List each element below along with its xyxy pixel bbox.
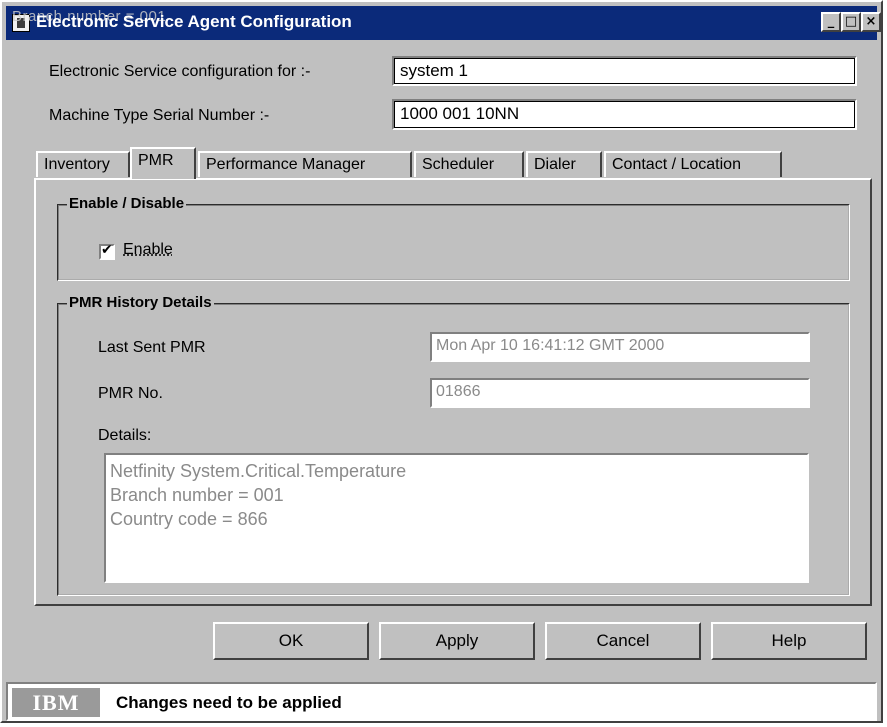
ibm-logo: IBM xyxy=(12,688,100,717)
tab-scheduler[interactable]: Scheduler xyxy=(414,151,524,177)
pmr-number-label: PMR No. xyxy=(98,385,163,402)
details-line: Country code = 866 xyxy=(110,509,268,529)
last-sent-pmr-field[interactable]: Mon Apr 10 16:41:12 GMT 2000 xyxy=(430,332,810,362)
history-group-title: PMR History Details xyxy=(67,294,214,311)
enable-disable-group: Enable / Disable Enable xyxy=(57,195,850,281)
status-message: Changes need to be applied xyxy=(116,693,342,712)
enable-checkbox[interactable] xyxy=(99,242,115,260)
details-textarea[interactable]: Netfinity System.Critical.Temperature Br… xyxy=(104,453,809,583)
close-button[interactable]: × xyxy=(861,12,881,32)
status-bar: IBM Changes need to be applied xyxy=(6,682,877,721)
title-bar[interactable]: Branch number = 001 Electronic Service A… xyxy=(6,6,881,40)
maximize-button[interactable]: □ xyxy=(841,12,861,32)
enable-group-title: Enable / Disable xyxy=(67,195,187,212)
minimize-button[interactable]: _ xyxy=(821,12,841,32)
apply-button[interactable]: Apply xyxy=(379,622,535,660)
details-line: Netfinity System.Critical.Temperature xyxy=(110,461,407,481)
tab-pmr[interactable]: PMR xyxy=(130,147,196,179)
pmr-number-field[interactable]: 01866 xyxy=(430,378,810,408)
enable-checkbox-label[interactable]: Enable xyxy=(123,241,173,259)
serial-field[interactable]: 1000 001 10NN xyxy=(392,99,857,130)
config-label: Electronic Service configuration for :- xyxy=(49,63,311,80)
last-sent-pmr-label: Last Sent PMR xyxy=(98,339,206,356)
cancel-button[interactable]: Cancel xyxy=(545,622,701,660)
window-title: Electronic Service Agent Configuration xyxy=(36,12,352,31)
serial-label: Machine Type Serial Number :- xyxy=(49,107,270,124)
details-label: Details: xyxy=(98,427,152,444)
tab-contact-location[interactable]: Contact / Location xyxy=(604,151,782,177)
tab-inventory[interactable]: Inventory xyxy=(36,151,130,177)
help-button[interactable]: Help xyxy=(711,622,867,660)
tab-dialer[interactable]: Dialer xyxy=(526,151,602,177)
tab-performance-manager[interactable]: Performance Manager xyxy=(198,151,412,177)
details-line: Branch number = 001 xyxy=(110,485,284,505)
ok-button[interactable]: OK xyxy=(213,622,369,660)
config-window: Branch number = 001 Electronic Service A… xyxy=(0,0,883,723)
config-field[interactable]: system 1 xyxy=(392,56,857,86)
